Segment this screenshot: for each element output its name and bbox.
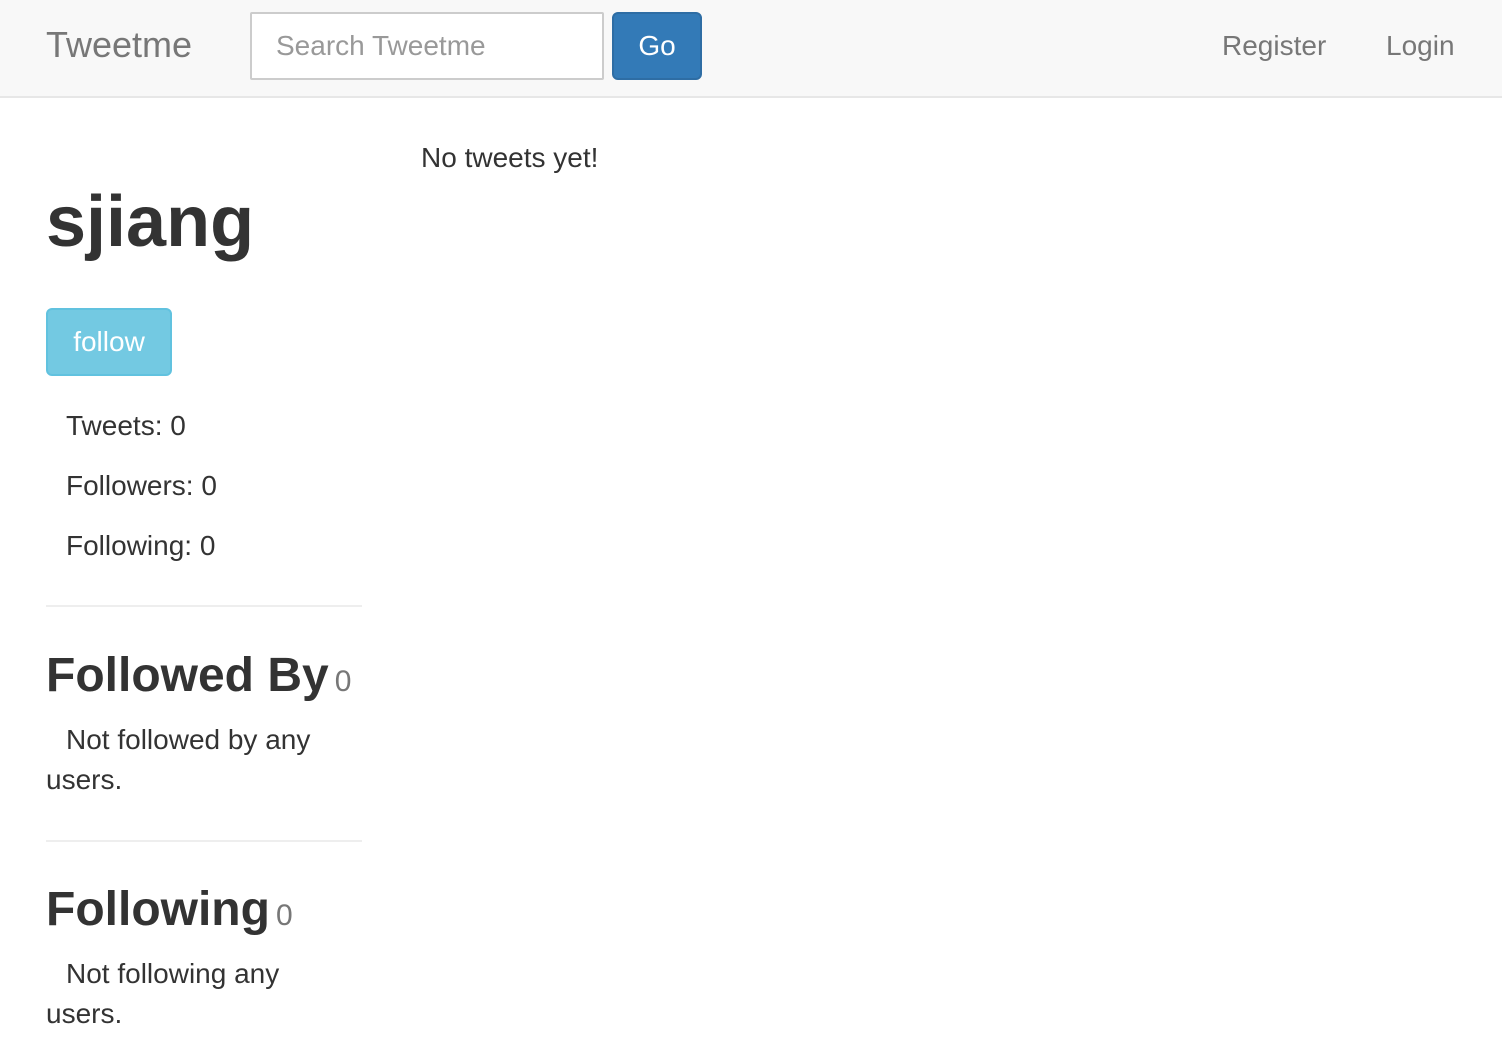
followed-by-heading: Followed By 0: [46, 646, 351, 712]
following-heading: Following 0: [46, 880, 293, 946]
search-input[interactable]: [250, 12, 604, 80]
followed-by-count: 0: [334, 665, 352, 698]
brand-link[interactable]: Tweetme: [46, 23, 192, 67]
followers-count: Followers: 0: [66, 470, 217, 501]
tweets-count: Tweets: 0: [66, 410, 186, 441]
following-title: Following: [46, 883, 270, 936]
login-link[interactable]: Login: [1386, 25, 1455, 67]
followed-by-empty-text: Not followed by any users.: [46, 724, 311, 795]
register-link[interactable]: Register: [1222, 25, 1326, 67]
section-divider: [46, 840, 362, 842]
profile-username: sjiang: [46, 182, 255, 262]
following-count-badge: 0: [275, 899, 293, 932]
following-empty-text: Not following any users.: [46, 958, 280, 1029]
followed-by-title: Followed By: [46, 649, 329, 702]
search-go-button[interactable]: Go: [612, 12, 702, 80]
navbar: Tweetme Go Register Login: [0, 0, 1502, 98]
section-divider: [46, 605, 362, 607]
following-count: Following: 0: [66, 530, 216, 561]
follow-button[interactable]: follow: [46, 308, 172, 376]
no-tweets-message: No tweets yet!: [421, 142, 599, 173]
